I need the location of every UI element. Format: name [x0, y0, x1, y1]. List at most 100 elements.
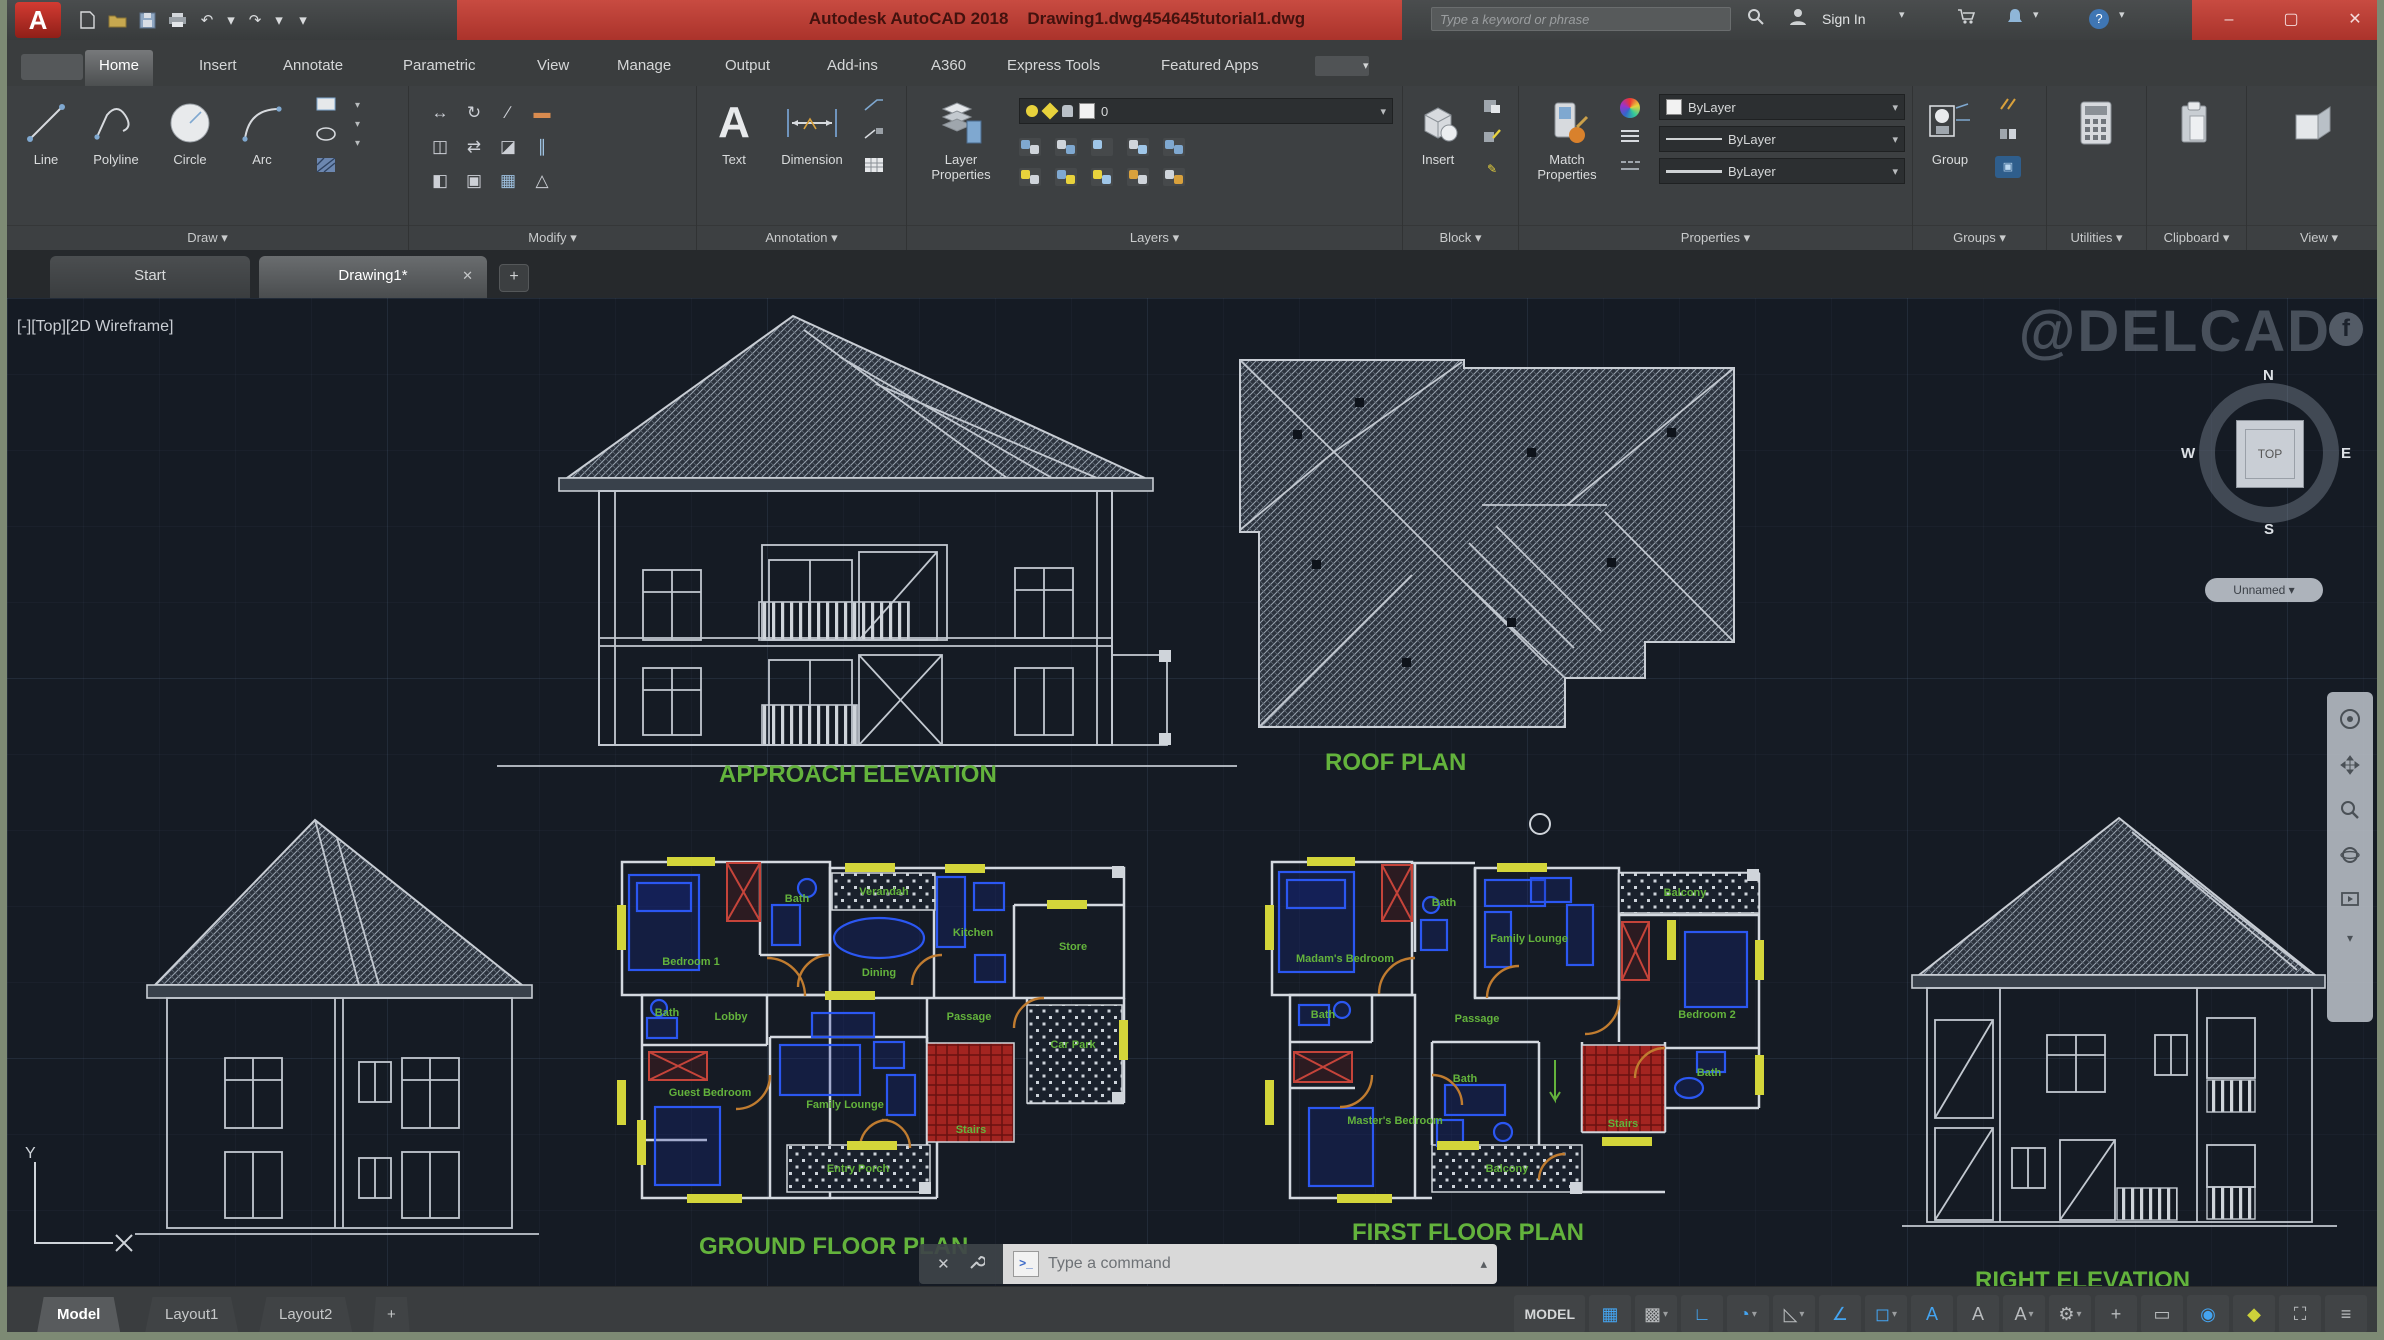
user-icon[interactable]	[1789, 8, 1807, 30]
viewcube-north[interactable]: N	[2263, 367, 2274, 384]
grid-icon[interactable]: ▦	[1589, 1295, 1631, 1333]
model-space-toggle[interactable]: MODEL	[1514, 1295, 1585, 1333]
viewcube-west[interactable]: W	[2181, 445, 2195, 462]
annotation-visibility-icon[interactable]: A	[1911, 1295, 1953, 1333]
offset-icon[interactable]: ∥	[525, 130, 559, 164]
match-properties-button[interactable]: Match Properties	[1523, 94, 1611, 182]
layer-freeze-icon[interactable]	[1091, 138, 1113, 156]
full-navigation-wheel-icon[interactable]	[2339, 708, 2361, 735]
tab-express-tools[interactable]: Express Tools	[993, 50, 1114, 86]
chevron-down-icon[interactable]: ▾	[1663, 1309, 1668, 1320]
clipboard-panel-label[interactable]: Clipboard ▾	[2147, 225, 2246, 250]
group-selection-toggle-icon[interactable]: ▣	[1995, 156, 2021, 178]
mirror-icon[interactable]: ⇄	[457, 130, 491, 164]
lineweight-dropdown[interactable]: ByLayer ▾	[1659, 126, 1905, 152]
object-color-dropdown[interactable]: ByLayer ▾	[1659, 94, 1905, 120]
block-attributes-icon[interactable]: ✎	[1479, 158, 1505, 180]
hatch-tool-icon[interactable]	[313, 156, 339, 178]
move-icon[interactable]: ↔	[423, 96, 457, 130]
new-file-icon[interactable]	[77, 11, 97, 29]
customization-menu-icon[interactable]: ≡	[2325, 1295, 2367, 1333]
layer-unlock-icon[interactable]	[1055, 168, 1077, 186]
viewcube-east[interactable]: E	[2341, 445, 2351, 462]
tab-output[interactable]: Output	[711, 50, 784, 86]
pan-icon[interactable]	[2340, 755, 2360, 780]
graphics-monitor-icon[interactable]: ▭	[2141, 1295, 2183, 1333]
table-tool-icon[interactable]	[861, 156, 887, 178]
new-drawing-button[interactable]: +	[499, 264, 529, 292]
layer-properties-button[interactable]: Layer Properties	[915, 94, 1007, 182]
layer-thaw-icon[interactable]	[1091, 168, 1113, 186]
group-button[interactable]: Group	[1917, 94, 1983, 167]
properties-panel-label[interactable]: Properties ▾	[1519, 225, 1912, 250]
redo-chevron-icon[interactable]: ▾	[275, 11, 283, 29]
chevron-down-icon[interactable]: ▾	[355, 119, 360, 130]
qat-customize-chevron-icon[interactable]: ▾	[293, 11, 313, 29]
restore-button[interactable]: ▢	[2265, 0, 2317, 40]
layer-walk-icon[interactable]	[1163, 168, 1185, 186]
customize-wrench-icon[interactable]	[968, 1254, 985, 1275]
trim-icon[interactable]: ∕	[491, 96, 525, 130]
cart-icon[interactable]	[1957, 8, 1975, 28]
scale-icon[interactable]: ▣	[457, 164, 491, 198]
annotation-autoscale-icon[interactable]: A	[1957, 1295, 1999, 1333]
lineweight-list-icon[interactable]	[1617, 128, 1643, 150]
layer-dropdown[interactable]: 0 ▾	[1019, 98, 1393, 124]
command-line[interactable]: ✕ >_ Type a command ▴	[919, 1244, 1497, 1284]
tab-annotate[interactable]: Annotate	[269, 50, 357, 86]
viewcube-top-face[interactable]: TOP	[2236, 420, 2304, 488]
layout1-tab[interactable]: Layout1	[145, 1297, 238, 1333]
rotate-icon[interactable]: ↻	[457, 96, 491, 130]
create-block-icon[interactable]	[1479, 98, 1505, 120]
tab-home[interactable]: Home	[85, 50, 153, 86]
annotation-panel-label[interactable]: Annotation ▾	[697, 225, 906, 250]
named-view-button[interactable]: Unnamed ▾	[2205, 578, 2323, 602]
object-snap-icon[interactable]: ◻▾	[1865, 1295, 1907, 1333]
viewcube[interactable]: N W E S TOP	[2189, 373, 2349, 533]
chevron-down-icon[interactable]: ▾	[1892, 1309, 1897, 1320]
arc-button[interactable]: Arc	[229, 94, 295, 167]
alert-chevron-icon[interactable]: ▾	[2033, 8, 2039, 21]
isolate-objects-icon[interactable]: ◆	[2233, 1295, 2275, 1333]
stretch-icon[interactable]: ◧	[423, 164, 457, 198]
view-panel-label[interactable]: View ▾	[2247, 225, 2384, 250]
viewport-controls-label[interactable]: [-][Top][2D Wireframe]	[17, 318, 173, 336]
save-icon[interactable]	[137, 11, 157, 29]
layer-previous-icon[interactable]	[1019, 168, 1041, 186]
search-input[interactable]	[1431, 7, 1731, 31]
explode-icon[interactable]: △	[525, 164, 559, 198]
close-drawing-tab-icon[interactable]: ✕	[462, 256, 473, 296]
showmotion-icon[interactable]	[2341, 890, 2359, 911]
color-wheel-icon[interactable]	[1617, 98, 1643, 120]
ellipse-tool-icon[interactable]	[313, 126, 339, 148]
leader-tool-icon[interactable]	[861, 96, 887, 118]
array-icon[interactable]: ▦	[491, 164, 525, 198]
navbar-chevron-icon[interactable]: ▾	[2347, 931, 2353, 945]
layer-current-icon[interactable]	[1127, 168, 1149, 186]
tab-featured-apps[interactable]: Featured Apps	[1147, 50, 1273, 86]
isodraft-icon[interactable]: ◺▾	[1773, 1295, 1815, 1333]
snap-icon[interactable]: ▩▾	[1635, 1295, 1677, 1333]
help-chevron-icon[interactable]: ▾	[2119, 8, 2125, 21]
plot-printer-icon[interactable]	[167, 11, 187, 29]
hardware-acceleration-icon[interactable]: ◉	[2187, 1295, 2229, 1333]
view-button[interactable]	[2281, 94, 2347, 152]
ungroup-icon[interactable]	[1995, 96, 2021, 118]
line-button[interactable]: Line	[13, 94, 79, 167]
command-history-icon[interactable]: ▴	[1480, 1256, 1487, 1272]
close-command-icon[interactable]: ✕	[937, 1255, 950, 1273]
undo-icon[interactable]: ↶	[197, 11, 217, 29]
sign-in-label[interactable]: Sign In	[1822, 11, 1866, 27]
menu-box-icon[interactable]	[21, 54, 83, 80]
clipboard-button[interactable]	[2163, 94, 2229, 152]
chevron-down-icon[interactable]: ▾	[355, 100, 360, 111]
layer-lock-tool-icon[interactable]	[1127, 138, 1149, 156]
crosshair-icon[interactable]: +	[2095, 1295, 2137, 1333]
groups-panel-label[interactable]: Groups ▾	[1913, 225, 2046, 250]
chevron-down-icon[interactable]: ▾	[2028, 1309, 2033, 1320]
linetype-dropdown[interactable]: ByLayer ▾	[1659, 158, 1905, 184]
rectangle-tool-icon[interactable]	[313, 96, 339, 118]
new-layout-button[interactable]: +	[373, 1297, 410, 1333]
circle-button[interactable]: Circle	[157, 94, 223, 167]
modify-panel-label[interactable]: Modify ▾	[409, 225, 696, 250]
